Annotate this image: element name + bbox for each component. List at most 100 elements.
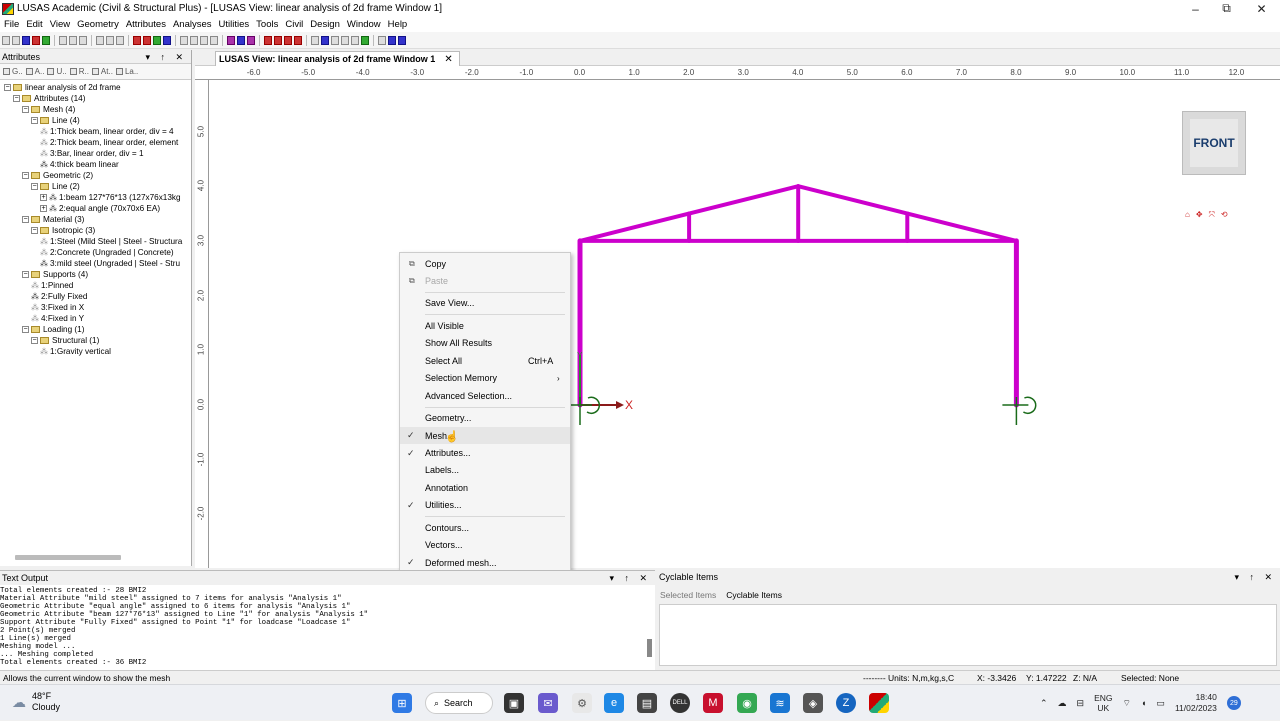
panel-controls[interactable]: ▾ ↑ ✕	[1234, 572, 1276, 583]
notification-badge[interactable]: 29	[1226, 696, 1241, 710]
menu-utilities[interactable]: Utilities	[219, 19, 250, 30]
check-icon[interactable]	[361, 35, 369, 45]
menu-item-labels[interactable]: Labels...	[400, 462, 570, 479]
menu-item-selection-memory[interactable]: Selection Memory ›	[400, 370, 570, 387]
new-file-icon[interactable]	[2, 35, 10, 45]
collapse-toggle-icon[interactable]: −	[31, 227, 38, 234]
expand-toggle-icon[interactable]: +	[40, 205, 47, 212]
cycle-icon[interactable]	[351, 35, 359, 45]
text-output-log[interactable]: Total elements created :- 28 BMI2 Materia…	[0, 587, 368, 667]
menu-design[interactable]: Design	[310, 19, 340, 30]
expand-toggle-icon[interactable]: +	[40, 194, 47, 201]
menu-item-all-visible[interactable]: All Visible	[400, 317, 570, 334]
windows-start-icon[interactable]: ⊞	[392, 693, 412, 713]
horizontal-scrollbar[interactable]	[15, 555, 121, 560]
box-select-icon[interactable]	[321, 35, 329, 45]
tree-node[interactable]: − Line (4)	[31, 115, 80, 126]
grid-icon[interactable]	[180, 35, 188, 45]
tree-node[interactable]: − Mesh (4)	[22, 104, 75, 115]
tree-node[interactable]: ⁂ 4:Fixed in Y	[31, 313, 84, 324]
mcafee-icon[interactable]: M	[703, 693, 723, 713]
network-icon[interactable]: ⊟	[1077, 698, 1085, 709]
snap-icon[interactable]	[190, 35, 198, 45]
close-button[interactable]: ✕	[1245, 0, 1278, 17]
teams-chat-icon[interactable]: ✉	[538, 693, 558, 713]
tree-node[interactable]: ⁂ 2:Thick beam, linear order, element	[40, 137, 178, 148]
vertical-scrollbar-thumb[interactable]	[647, 639, 652, 657]
tree-node[interactable]: ⁂ 2:Concrete (Ungraded | Concrete)	[40, 247, 174, 258]
menu-analyses[interactable]: Analyses	[173, 19, 212, 30]
tree-node[interactable]: ⁂ 3:Bar, linear order, div = 1	[40, 148, 144, 159]
paste-icon[interactable]	[79, 35, 87, 45]
tree-node[interactable]: − linear analysis of 2d frame	[4, 82, 121, 93]
clock[interactable]: 18:40 11/02/2023	[1175, 692, 1217, 714]
menu-file[interactable]: File	[4, 19, 19, 30]
menu-item-annotation[interactable]: Annotation	[400, 479, 570, 496]
save-icon[interactable]	[22, 35, 30, 45]
menu-item-vectors[interactable]: Vectors...	[400, 537, 570, 554]
menu-item-mesh[interactable]: ✓ Mesh...	[400, 427, 570, 445]
tree-node[interactable]: − Material (3)	[22, 214, 84, 225]
isometric-icon[interactable]	[247, 35, 255, 45]
chrome-icon[interactable]: ◉	[737, 693, 757, 713]
menu-window[interactable]: Window	[347, 19, 381, 30]
menu-item-utilities[interactable]: ✓ Utilities...	[400, 497, 570, 514]
redo-icon[interactable]	[106, 35, 114, 45]
menu-item-copy[interactable]: ⧉ Copy	[400, 255, 570, 272]
zoom-app-icon[interactable]: Z	[836, 693, 856, 713]
copy-icon[interactable]	[69, 35, 77, 45]
tree-node[interactable]: − Supports (4)	[22, 269, 88, 280]
pan-icon[interactable]	[274, 35, 282, 45]
tab-attributes[interactable]: At..	[91, 67, 113, 76]
collapse-toggle-icon[interactable]: −	[4, 84, 11, 91]
file-explorer-icon[interactable]: ▤	[637, 693, 657, 713]
taskbar-search[interactable]: ⌕ Search	[425, 692, 493, 714]
grid-view-icon[interactable]	[398, 35, 406, 45]
rotate-icon[interactable]	[264, 35, 272, 45]
axis-icon[interactable]	[237, 35, 245, 45]
table-view-icon[interactable]	[378, 35, 386, 45]
open-recent-icon[interactable]	[32, 35, 40, 45]
view-cube[interactable]: FRONT	[1182, 111, 1246, 175]
tree-node[interactable]: ⁂ 1:Thick beam, linear order, div = 4	[40, 126, 174, 137]
panel-controls[interactable]: ▾ ↑ ✕	[145, 52, 187, 63]
collapse-toggle-icon[interactable]: −	[22, 106, 29, 113]
tab-results[interactable]: R..	[69, 67, 89, 76]
menu-edit[interactable]: Edit	[26, 19, 42, 30]
tree-node[interactable]: ⁂ 2:Fully Fixed	[31, 291, 87, 302]
collapse-toggle-icon[interactable]: −	[22, 326, 29, 333]
tree-node[interactable]: ⁂ 4:thick beam linear	[40, 159, 119, 170]
menu-item-contours[interactable]: Contours...	[400, 519, 570, 536]
tree-node[interactable]: − Isotropic (3)	[31, 225, 95, 236]
menu-civil[interactable]: Civil	[285, 19, 303, 30]
collapse-toggle-icon[interactable]: −	[13, 95, 20, 102]
zoom-icon[interactable]	[284, 35, 292, 45]
menu-view[interactable]: View	[50, 19, 70, 30]
cyclable-items-list[interactable]	[659, 604, 1277, 666]
print-icon[interactable]	[42, 35, 50, 45]
collapse-toggle-icon[interactable]: −	[22, 216, 29, 223]
collapse-toggle-icon[interactable]: −	[31, 183, 38, 190]
fit-icon[interactable]	[294, 35, 302, 45]
menu-item-advanced-selection[interactable]: Advanced Selection...	[400, 387, 570, 404]
menu-item-geometry[interactable]: Geometry...	[400, 410, 570, 427]
collapse-toggle-icon[interactable]: −	[31, 337, 38, 344]
cloud-sync-icon[interactable]: ☁	[1058, 698, 1067, 709]
app-icon-2[interactable]: ◈	[803, 693, 823, 713]
tree-node[interactable]: − Line (2)	[31, 181, 80, 192]
graphics-view[interactable]: LUSAS View: linear analysis of 2d frame …	[195, 50, 1280, 568]
tab-analyses[interactable]: A..	[25, 67, 44, 76]
point-icon[interactable]	[133, 35, 141, 45]
menu-tools[interactable]: Tools	[256, 19, 278, 30]
menu-attributes[interactable]: Attributes	[126, 19, 166, 30]
tree-node[interactable]: − Geometric (2)	[22, 170, 93, 181]
menu-item-attributes[interactable]: ✓ Attributes...	[400, 445, 570, 462]
task-view-icon[interactable]: ▣	[504, 693, 524, 713]
volume-icon[interactable]	[163, 35, 171, 45]
tab-layers[interactable]: La..	[115, 67, 138, 76]
line-icon[interactable]	[143, 35, 151, 45]
menu-item-deformed-mesh[interactable]: ✓ Deformed mesh...	[400, 554, 570, 571]
collapse-toggle-icon[interactable]: −	[31, 117, 38, 124]
collapse-toggle-icon[interactable]: −	[22, 271, 29, 278]
cut-icon[interactable]	[59, 35, 67, 45]
